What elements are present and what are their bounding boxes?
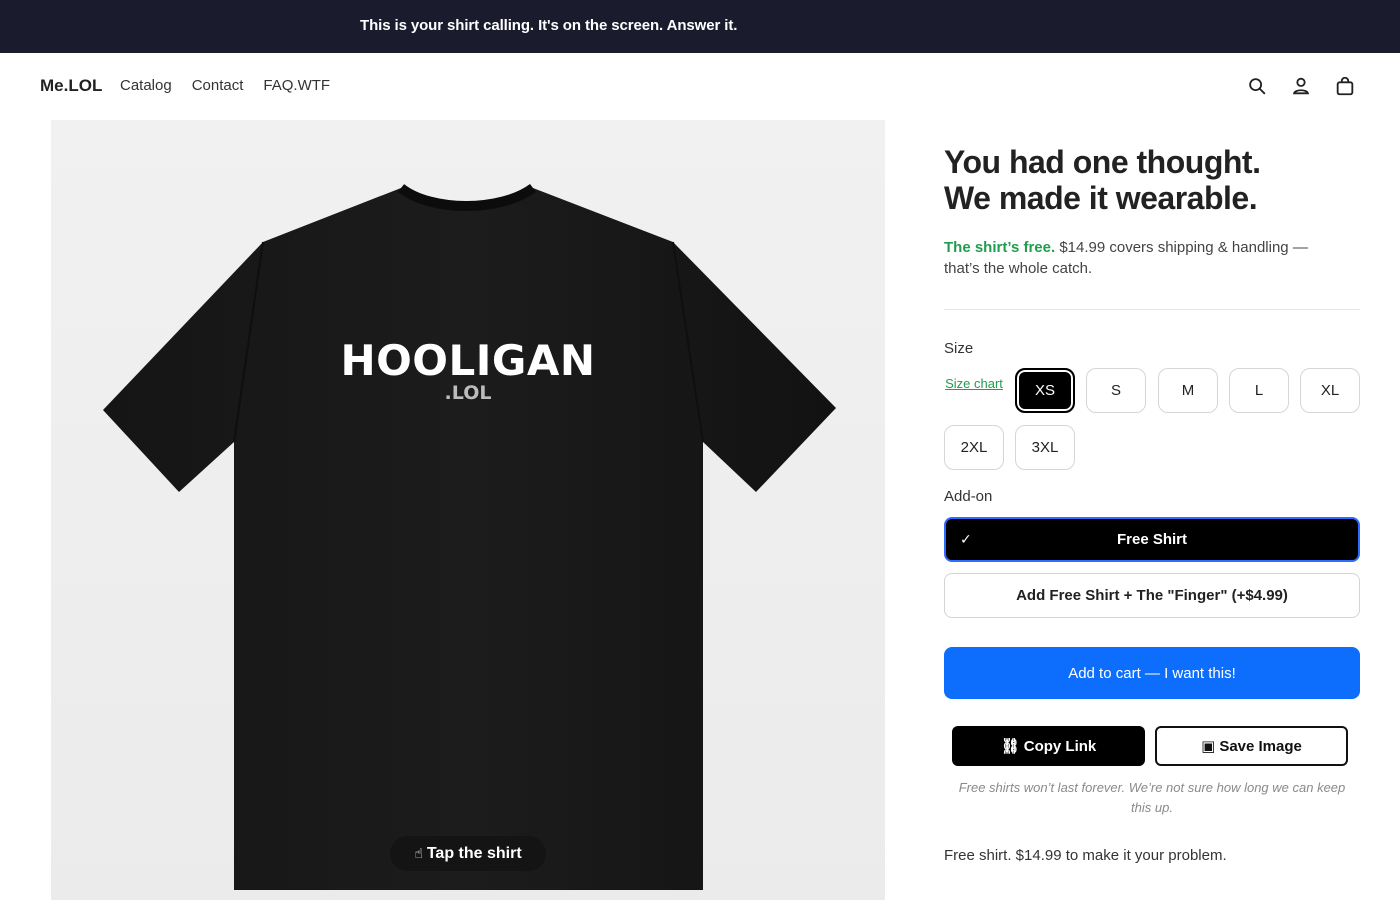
- search-icon[interactable]: [1246, 75, 1268, 97]
- footer-tagline: Free shirt. $14.99 to make it your probl…: [944, 847, 1227, 864]
- check-icon: ✓: [960, 531, 972, 547]
- cart-bag-icon[interactable]: [1334, 75, 1356, 97]
- product-title: You had one thought. We made it wearable…: [944, 144, 1360, 216]
- site-logo[interactable]: Me.LOL: [40, 76, 102, 96]
- account-icon[interactable]: [1290, 75, 1312, 97]
- size-chart-link[interactable]: Size chart: [944, 368, 1004, 413]
- main-nav: Catalog Contact FAQ.WTF: [120, 77, 330, 94]
- size-option-3xl[interactable]: 3XL: [1015, 425, 1075, 470]
- announcement-bar: This is your shirt calling. It's on the …: [0, 0, 1400, 53]
- save-image-label: Save Image: [1219, 737, 1302, 755]
- price-description: The shirt’s free. $14.99 covers shipping…: [944, 237, 1344, 279]
- tap-shirt-button[interactable]: ☝ Tap the shirt: [390, 836, 546, 871]
- shirt-print-sub: .LOL: [444, 382, 492, 404]
- copy-link-label: Copy Link: [1023, 737, 1097, 755]
- addon-finger-label: Add Free Shirt + The "Finger" (+$4.99): [1016, 587, 1288, 604]
- hand-pointer-icon: ☝: [414, 845, 423, 861]
- copy-link-button[interactable]: ⛓ Copy Link: [952, 726, 1145, 766]
- size-option-m[interactable]: M: [1158, 368, 1218, 413]
- nav-catalog[interactable]: Catalog: [120, 77, 172, 94]
- size-option-s[interactable]: S: [1086, 368, 1146, 413]
- nav-faq[interactable]: FAQ.WTF: [263, 77, 330, 94]
- addon-label: Add-on: [944, 488, 993, 505]
- addon-free-shirt[interactable]: ✓ Free Shirt: [944, 517, 1360, 562]
- header-icons: [1246, 75, 1356, 97]
- product-title-line2: We made it wearable.: [944, 180, 1258, 216]
- nav-contact[interactable]: Contact: [192, 77, 244, 94]
- site-header: Me.LOL Catalog Contact FAQ.WTF: [0, 53, 1400, 120]
- tap-shirt-label: Tap the shirt: [426, 844, 522, 862]
- size-option-l[interactable]: L: [1229, 368, 1289, 413]
- shirt-print-main: HOOLIGAN: [340, 336, 596, 385]
- size-label: Size: [944, 340, 974, 357]
- size-option-xs[interactable]: XS: [1015, 368, 1075, 413]
- add-to-cart-button[interactable]: Add to cart — I want this!: [944, 647, 1360, 699]
- scarcity-note: Free shirts won’t last forever. We’re no…: [958, 780, 1346, 815]
- t-shirt-illustration: [103, 183, 836, 890]
- size-option-xl[interactable]: XL: [1300, 368, 1360, 413]
- addon-free-shirt-label: Free Shirt: [1116, 531, 1188, 548]
- product-image[interactable]: HOOLIGAN .LOL ☝ Tap the shirt: [51, 120, 885, 900]
- free-highlight: The shirt’s free.: [944, 239, 1056, 256]
- product-title-line1: You had one thought.: [944, 144, 1261, 180]
- addon-finger[interactable]: Add Free Shirt + The "Finger" (+$4.99): [944, 573, 1360, 618]
- divider: [944, 309, 1360, 310]
- link-icon: ⛓: [1000, 738, 1020, 755]
- size-option-2xl[interactable]: 2XL: [944, 425, 1004, 470]
- image-icon: ▣: [1201, 738, 1216, 755]
- save-image-button[interactable]: ▣ Save Image: [1155, 726, 1348, 766]
- announcement-text: This is your shirt calling. It's on the …: [360, 17, 738, 34]
